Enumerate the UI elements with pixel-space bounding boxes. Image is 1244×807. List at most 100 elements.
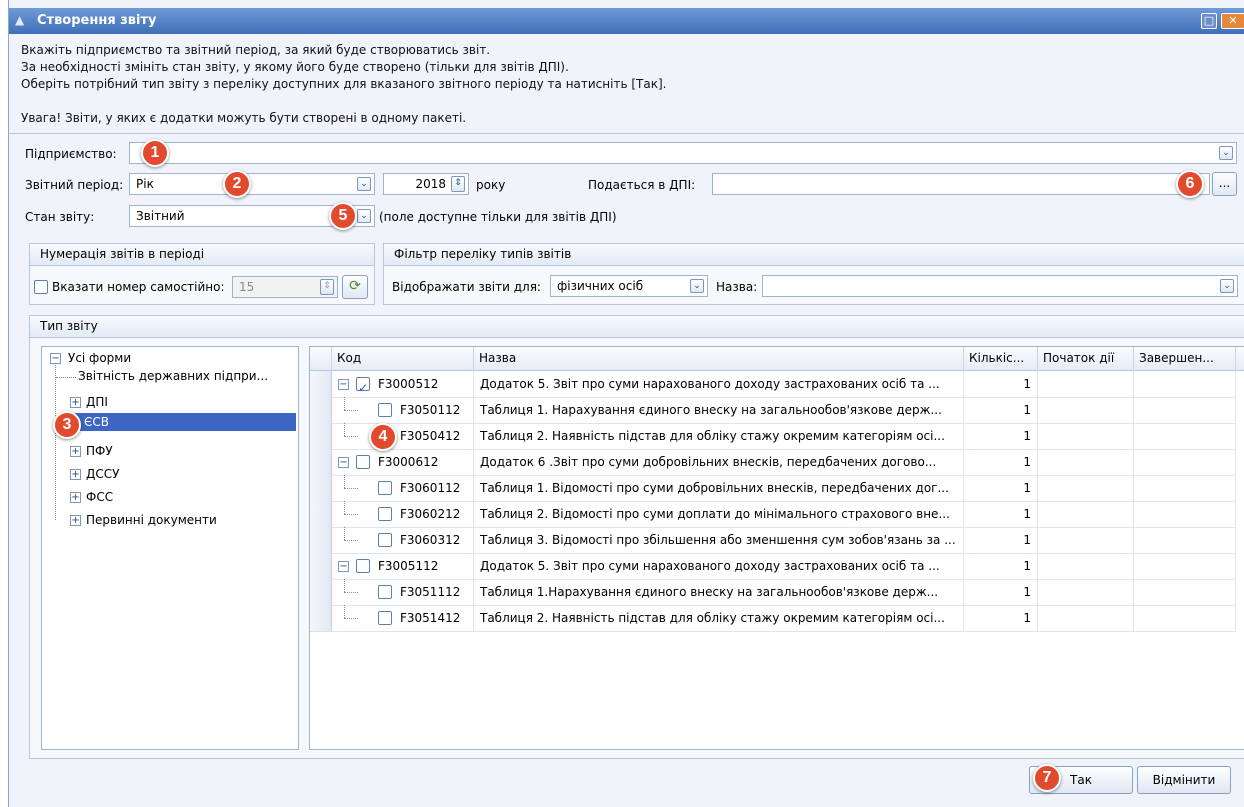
tree-item-dssu[interactable]: ДССУ (86, 465, 119, 483)
row-checkbox[interactable] (378, 403, 392, 417)
table-row[interactable]: F3051412 Таблиця 2. Наявність підстав для… (310, 605, 1244, 632)
maximize-button[interactable]: □ (1201, 13, 1217, 29)
dpi-label: Подається в ДПІ: (588, 178, 696, 192)
dpi-field[interactable] (712, 173, 1210, 195)
spinner-icon[interactable]: ⇕ (320, 279, 334, 295)
table-row[interactable]: F3060312 Таблиця 3. Відомості про збільше… (310, 527, 1244, 554)
row-start (1038, 553, 1134, 580)
row-end (1134, 527, 1236, 554)
row-code: F3060212 (400, 507, 461, 521)
table-row[interactable]: − F3005112 Додаток 5. Звіт про суми нарахо… (310, 553, 1244, 580)
instruction-line: Оберіть потрібний тип звіту з переліку д… (21, 77, 667, 91)
row-count: 1 (964, 371, 1038, 398)
row-checkbox[interactable] (356, 375, 370, 397)
row-name: Таблиця 1. Відомості про суми добровільн… (474, 475, 964, 502)
expand-icon[interactable]: + (70, 446, 81, 457)
instruction-line: За необхідності змініть стан звіту, у як… (21, 60, 569, 74)
report-grid: Код Назва Кількіс... Початок дії Заверше… (309, 346, 1244, 750)
col-count[interactable]: Кількіс... (964, 347, 1038, 371)
numbering-title: Нумерація звітів в періоді (30, 244, 374, 266)
period-label: Звітний період: (25, 178, 124, 192)
table-row[interactable]: F3050112 Таблиця 1. Нарахування єдиного в… (310, 397, 1244, 424)
collapse-icon[interactable]: − (50, 353, 61, 364)
row-count: 1 (964, 449, 1038, 476)
tree-item-state-enterprises[interactable]: Звітність державних підпри... (78, 367, 268, 385)
row-count: 1 (964, 527, 1038, 554)
row-end (1134, 605, 1236, 632)
row-end (1134, 397, 1236, 424)
marker-badge: 3 (53, 411, 81, 439)
number-spinner[interactable]: 15 ⇕ (232, 276, 338, 298)
dpi-browse-button[interactable]: ... (1212, 172, 1237, 196)
row-name: Таблиця 2. Наявність підстав для обліку … (474, 423, 964, 450)
row-checkbox[interactable] (378, 611, 392, 625)
row-code: F3060112 (400, 481, 461, 495)
marker-badge: 2 (223, 170, 251, 198)
row-checkbox[interactable] (378, 507, 392, 521)
collapse-icon[interactable]: − (338, 379, 349, 390)
row-count: 1 (964, 475, 1038, 502)
chevron-down-icon[interactable]: ⌄ (357, 177, 371, 191)
row-checkbox[interactable] (356, 559, 370, 573)
report-type-title: Тип звіту (30, 316, 1244, 338)
col-name[interactable]: Назва (474, 347, 964, 371)
expand-icon[interactable]: + (70, 397, 81, 408)
show-for-select[interactable]: фізичних осіб ⌄ (550, 275, 708, 297)
row-code: F3050112 (400, 403, 461, 417)
spinner-icon[interactable]: ⇕ (451, 176, 465, 192)
tree-item-pfu[interactable]: ПФУ (86, 442, 113, 460)
expand-icon[interactable]: + (70, 469, 81, 480)
table-row[interactable]: F3050412 Таблиця 2. Наявність підстав для… (310, 423, 1244, 450)
row-end (1134, 501, 1236, 528)
period-select[interactable]: Рік ⌄ (129, 173, 375, 195)
instruction-line: Вкажіть підприємство та звітний період, … (21, 43, 491, 57)
chevron-down-icon[interactable]: ⌄ (357, 209, 371, 223)
tree-item-all-forms[interactable]: Усі форми (68, 349, 131, 367)
chevron-down-icon[interactable]: ⌄ (690, 279, 704, 293)
create-report-dialog: ▲ Створення звіту □ ✕ Вкажіть підприємст… (8, 0, 1244, 807)
row-code: F3005112 (378, 559, 439, 573)
expand-icon[interactable]: + (70, 492, 81, 503)
row-count: 1 (964, 579, 1038, 606)
manual-number-checkbox[interactable] (34, 280, 48, 294)
collapse-icon[interactable]: − (338, 457, 349, 468)
table-row[interactable]: F3060112 Таблиця 1. Відомості про суми до… (310, 475, 1244, 502)
row-name: Таблиця 2. Відомості про суми доплати до… (474, 501, 964, 528)
expand-icon[interactable]: + (70, 515, 81, 526)
row-count: 1 (964, 553, 1038, 580)
instructions: Вкажіть підприємство та звітний період, … (21, 42, 666, 127)
window-title: Створення звіту (37, 13, 157, 28)
col-start[interactable]: Початок дії (1038, 347, 1134, 371)
tree-item-dpi[interactable]: ДПІ (86, 393, 108, 411)
cancel-button[interactable]: Відмінити (1137, 766, 1231, 794)
col-code[interactable]: Код (332, 347, 474, 371)
filter-title: Фільтр переліку типів звітів (384, 244, 1244, 266)
row-checkbox[interactable] (378, 533, 392, 547)
table-row[interactable]: F3051112 Таблиця 1.Нарахування єдиного вн… (310, 579, 1244, 606)
app-icon: ▲ (15, 13, 25, 27)
row-checkbox[interactable] (378, 585, 392, 599)
enterprise-select[interactable]: ⌄ (129, 142, 1237, 164)
collapse-icon[interactable]: − (338, 561, 349, 572)
year-spinner[interactable]: 2018 ⇕ (383, 173, 469, 195)
tree-item-esv[interactable]: ЄСВ (74, 413, 296, 431)
tree-item-fss[interactable]: ФСС (86, 488, 113, 506)
row-code: F3051112 (400, 585, 461, 599)
row-start (1038, 501, 1134, 528)
row-start (1038, 397, 1134, 424)
row-checkbox[interactable] (356, 455, 370, 469)
refresh-icon[interactable]: ⟳ (342, 275, 368, 299)
col-end[interactable]: Завершен... (1134, 347, 1236, 371)
chevron-down-icon[interactable]: ⌄ (1220, 279, 1234, 293)
row-checkbox[interactable] (378, 481, 392, 495)
close-button[interactable]: ✕ (1221, 13, 1244, 29)
row-count: 1 (964, 397, 1038, 424)
tree-item-primary-docs[interactable]: Первинні документи (86, 511, 217, 529)
row-start (1038, 527, 1134, 554)
table-row[interactable]: F3060212 Таблиця 2. Відомості про суми до… (310, 501, 1244, 528)
enterprise-label: Підприємство: (25, 147, 117, 161)
table-row[interactable]: − F3000612 Додаток 6 .Звіт про суми добров… (310, 449, 1244, 476)
name-filter-select[interactable]: ⌄ (762, 275, 1238, 297)
chevron-down-icon[interactable]: ⌄ (1219, 146, 1233, 160)
table-row[interactable]: − F3000512 Додаток 5. Звіт про суми нарахо… (310, 371, 1244, 398)
